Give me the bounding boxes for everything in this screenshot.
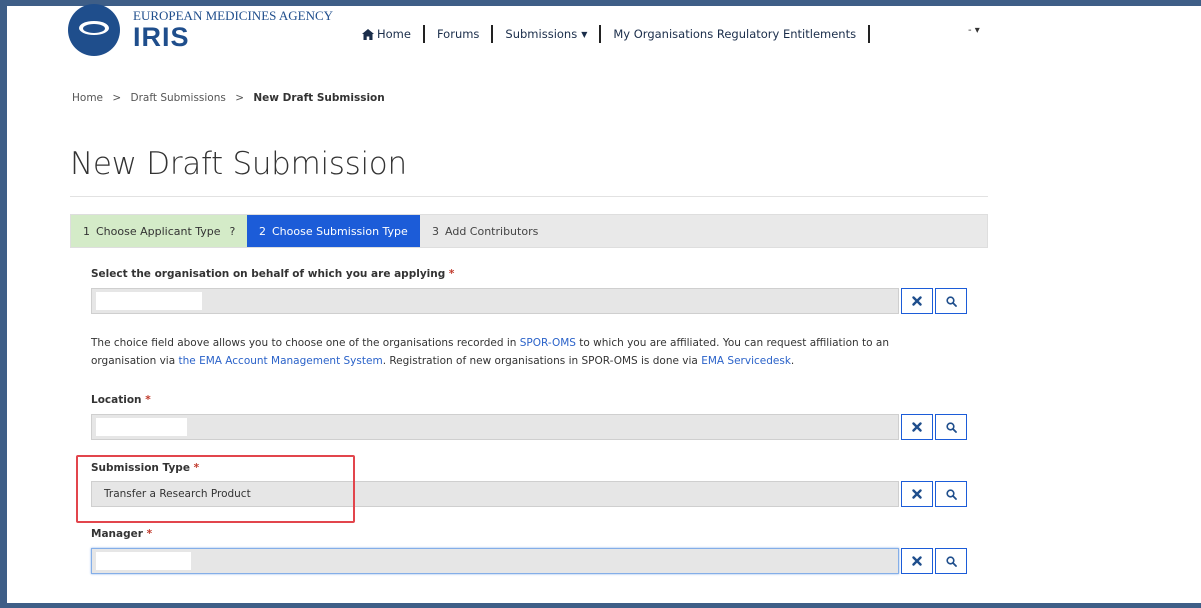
spor-oms-link[interactable]: SPOR-OMS — [520, 337, 576, 349]
manager-field[interactable] — [91, 548, 899, 574]
search-icon — [945, 555, 957, 567]
submission-type-clear-button[interactable] — [901, 481, 933, 507]
breadcrumb-separator: > — [235, 92, 245, 104]
organisation-label: Select the organisation on behalf of whi… — [91, 268, 454, 280]
nav-forums[interactable]: Forums — [425, 27, 491, 41]
location-field[interactable] — [91, 414, 899, 440]
step-label: Choose Submission Type — [272, 224, 408, 238]
required-mark: * — [448, 268, 455, 280]
close-icon — [912, 489, 922, 499]
organisation-field[interactable] — [91, 288, 899, 314]
ema-logo-icon[interactable] — [68, 4, 120, 56]
location-clear-button[interactable] — [901, 414, 933, 440]
redacted-value — [96, 418, 187, 436]
manager-label: Manager * — [91, 528, 152, 540]
annotation-highlight-box — [76, 455, 355, 523]
nav-divider — [868, 25, 871, 43]
redacted-value — [96, 552, 191, 570]
nav-home[interactable]: Home — [350, 27, 423, 41]
location-label: Location * — [91, 394, 151, 406]
organisation-search-button[interactable] — [935, 288, 967, 314]
breadcrumb-separator: > — [112, 92, 122, 104]
home-icon — [362, 28, 374, 40]
location-search-button[interactable] — [935, 414, 967, 440]
redacted-value — [96, 292, 202, 310]
nav-submissions-label: Submissions — [505, 27, 578, 41]
window-frame-top — [0, 0, 1201, 6]
step-number: 2 — [259, 224, 266, 238]
page-title: New Draft Submission — [70, 146, 407, 182]
manager-clear-button[interactable] — [901, 548, 933, 574]
location-label-text: Location — [91, 394, 142, 406]
close-icon — [912, 556, 922, 566]
breadcrumb-draft-submissions[interactable]: Draft Submissions — [131, 92, 226, 104]
organisation-label-text: Select the organisation on behalf of whi… — [91, 268, 446, 280]
nav-home-label: Home — [377, 27, 411, 41]
search-icon — [945, 488, 957, 500]
manager-search-button[interactable] — [935, 548, 967, 574]
breadcrumb: Home > Draft Submissions > New Draft Sub… — [72, 92, 385, 104]
title-divider — [70, 196, 988, 197]
user-menu[interactable]: - ▾ — [968, 25, 980, 36]
close-icon — [912, 296, 922, 306]
wizard-step-add-contributors[interactable]: 3 Add Contributors — [420, 215, 550, 247]
required-mark: * — [145, 394, 151, 406]
nav-my-organisations-regulatory-entitlements[interactable]: My Organisations Regulatory Entitlements — [601, 27, 868, 41]
search-icon — [945, 295, 957, 307]
nav-entitlements-label: My Organisations Regulatory Entitlements — [613, 27, 857, 41]
ema-account-management-link[interactable]: the EMA Account Management System — [179, 355, 383, 367]
organisation-help-text: The choice field above allows you to cho… — [91, 334, 941, 370]
manager-label-text: Manager — [91, 528, 143, 540]
help-icon[interactable]: ? — [230, 225, 236, 238]
breadcrumb-home[interactable]: Home — [72, 92, 103, 104]
breadcrumb-current: New Draft Submission — [253, 92, 385, 104]
wizard-step-choose-submission-type[interactable]: 2 Choose Submission Type — [247, 215, 420, 247]
nav-submissions[interactable]: Submissions ▼ — [493, 27, 599, 41]
main-nav: Home Forums Submissions ▼ My Organisatio… — [350, 22, 871, 46]
step-label: Add Contributors — [445, 224, 539, 238]
chevron-down-icon: ▼ — [581, 29, 588, 39]
search-icon — [945, 421, 957, 433]
window-frame-left — [0, 0, 7, 608]
step-label: Choose Applicant Type — [96, 224, 221, 238]
required-mark: * — [146, 528, 153, 540]
step-number: 1 — [83, 224, 90, 238]
nav-forums-label: Forums — [436, 27, 480, 41]
wizard-step-choose-applicant-type[interactable]: 1 Choose Applicant Type ? — [71, 215, 247, 247]
window-frame-bottom — [0, 603, 1201, 608]
ema-servicedesk-link[interactable]: EMA Servicedesk — [701, 355, 791, 367]
wizard-steps: 1 Choose Applicant Type ? 2 Choose Submi… — [70, 214, 988, 248]
brand-name[interactable]: IRIS — [133, 22, 190, 53]
info-text: The choice field above allows you to cho… — [91, 337, 520, 349]
organisation-clear-button[interactable] — [901, 288, 933, 314]
step-number: 3 — [432, 224, 439, 238]
info-text: . — [790, 355, 795, 367]
close-icon — [912, 422, 922, 432]
submission-type-search-button[interactable] — [935, 481, 967, 507]
info-text: . Registration of new organisations in S… — [382, 355, 702, 367]
